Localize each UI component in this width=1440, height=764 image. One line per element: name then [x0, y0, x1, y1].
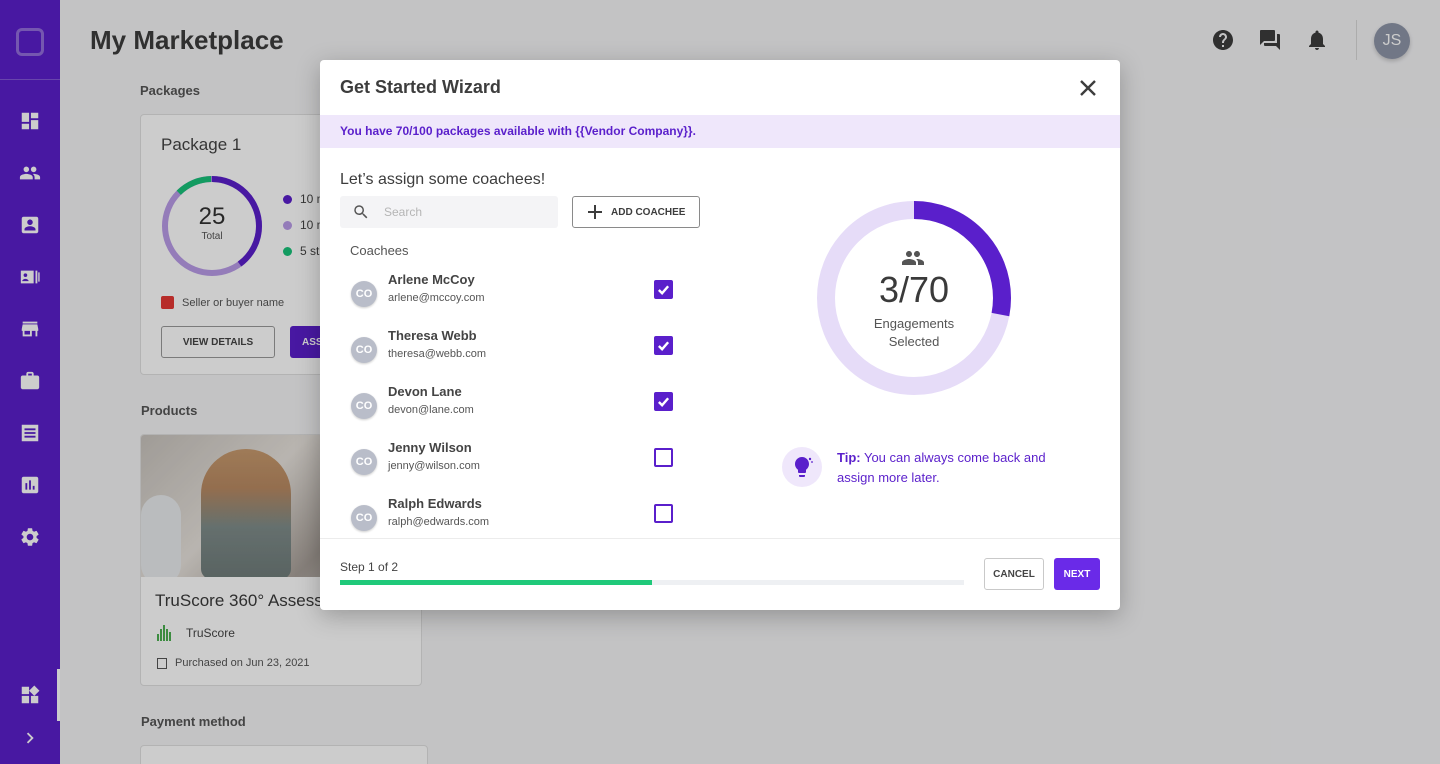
engagements-label: Engagements Selected — [873, 316, 955, 349]
search-icon — [352, 203, 370, 221]
coachee-name: Devon Lane — [388, 384, 462, 399]
coachee-avatar: CO — [351, 449, 377, 475]
close-icon[interactable] — [1078, 78, 1098, 98]
assign-heading: Let’s assign some coachees! — [340, 171, 546, 188]
check-icon — [658, 341, 670, 351]
step-progress-bar — [340, 580, 964, 585]
coachee-email: devon@lane.com — [388, 404, 474, 416]
search-input[interactable] — [384, 196, 554, 228]
coachee-checkbox[interactable] — [654, 280, 673, 299]
coachee-email: arlene@mccoy.com — [388, 292, 485, 304]
coachee-email: theresa@webb.com — [388, 348, 486, 360]
lightbulb-icon — [782, 447, 822, 487]
step-progress-fill — [340, 580, 652, 585]
coachee-avatar: CO — [351, 505, 377, 531]
add-coachee-label: ADD COACHEE — [611, 206, 686, 218]
people-icon — [901, 249, 925, 267]
coachee-checkbox[interactable] — [654, 336, 673, 355]
modal-title: Get Started Wizard — [340, 77, 501, 97]
cancel-button[interactable]: CANCEL — [984, 558, 1044, 590]
get-started-wizard-modal: Get Started Wizard You have 70/100 packa… — [320, 60, 1120, 610]
availability-banner: You have 70/100 packages available with … — [320, 115, 1120, 148]
coachee-row[interactable]: CO Devon Lane devon@lane.com — [340, 384, 680, 434]
coachee-checkbox[interactable] — [654, 448, 673, 467]
coachee-name: Arlene McCoy — [388, 272, 475, 287]
coachee-name: Jenny Wilson — [388, 440, 472, 455]
coachee-checkbox[interactable] — [654, 504, 673, 523]
coachee-email: ralph@edwards.com — [388, 516, 490, 528]
coachee-email: jenny@wilson.com — [388, 460, 480, 472]
coachee-name: Ralph Edwards — [388, 496, 482, 511]
step-label: Step 1 of 2 — [340, 560, 399, 574]
coachee-row[interactable]: CO Theresa Webb theresa@webb.com — [340, 328, 680, 378]
footer-divider — [320, 538, 1120, 539]
coachee-row[interactable]: CO Jenny Wilson jenny@wilson.com — [340, 440, 680, 490]
plus-icon — [587, 204, 603, 220]
coachee-name: Theresa Webb — [388, 328, 477, 343]
add-coachee-button[interactable]: ADD COACHEE — [572, 196, 700, 228]
banner-text: You have 70/100 packages available with … — [340, 124, 696, 138]
tip-text: Tip: You can always come back and assign… — [837, 450, 1046, 485]
coachee-avatar: CO — [351, 393, 377, 419]
coachee-avatar: CO — [351, 337, 377, 363]
coachee-checkbox[interactable] — [654, 392, 673, 411]
engagements-count: 3/70 — [878, 269, 950, 310]
coachees-label: Coachees — [350, 243, 409, 258]
next-button[interactable]: NEXT — [1054, 558, 1100, 590]
check-icon — [658, 397, 670, 407]
coachee-avatar: CO — [351, 281, 377, 307]
check-icon — [658, 285, 670, 295]
search-box — [340, 196, 558, 228]
coachee-row[interactable]: CO Arlene McCoy arlene@mccoy.com — [340, 272, 680, 322]
